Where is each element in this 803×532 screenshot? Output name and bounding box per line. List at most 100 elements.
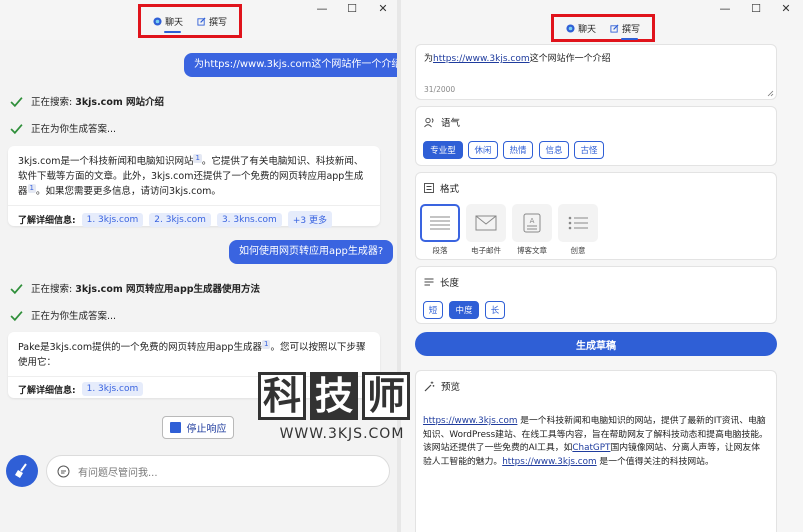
preview-link[interactable]: https://www.3kjs.com (423, 416, 517, 426)
svg-text:A: A (530, 217, 535, 225)
tab-compose[interactable]: 撰写 (610, 22, 640, 40)
prompt-text-part: 这个网站作一个介绍 (529, 54, 611, 64)
references-row: 了解详细信息: 1. 3kjs.com 2. 3kjs.com 3. 3kns.… (8, 205, 380, 233)
answer-text-part: Pake是3kjs.com提供的一个免费的网页转应用app生成器 (18, 342, 262, 353)
length-option-short[interactable]: 短 (423, 301, 443, 319)
format-option-label: 段落 (432, 246, 448, 255)
prompt-text-part: 为 (424, 54, 434, 64)
generating-status: 正在为你生成答案... (10, 308, 116, 322)
answer-text-part: 。如果您需要更多信息，请访问3kjs.com。 (35, 186, 221, 197)
format-option-label: 电子邮件 (471, 246, 501, 255)
tone-option-informational[interactable]: 信息 (539, 141, 569, 159)
length-section: 长度 短 中度 长 (415, 266, 777, 324)
reference-chip[interactable]: 2. 3kjs.com (149, 212, 211, 227)
preview-link[interactable]: ChatGPT (572, 443, 610, 453)
user-message: 为https://www.3kjs.com这个网站作一个介绍 (184, 53, 397, 77)
references-label: 了解详细信息: (18, 216, 76, 226)
length-title: 长度 (424, 275, 459, 289)
tone-option-casual[interactable]: 休闲 (468, 141, 498, 159)
blog-post-icon: A (523, 213, 541, 233)
paragraph-icon (430, 216, 450, 230)
tab-chat-label: 聊天 (165, 17, 184, 28)
search-status: 正在搜索: 3kjs.com 网站介绍 (10, 94, 164, 108)
stop-response-button[interactable]: 停止响应 (162, 416, 234, 439)
search-status-query: 3kjs.com 网站介绍 (75, 97, 165, 108)
tab-group: 聊天 撰写 (551, 14, 656, 42)
preview-section: 预览 https://www.3kjs.com 是一个科技新闻和电脑知识的网站，… (415, 370, 777, 532)
preview-link[interactable]: https://www.3kjs.com (502, 457, 596, 467)
chat-bubble-icon (153, 16, 162, 26)
prompt-textarea[interactable]: 为https://www.3kjs.com这个网站作一个介绍 31/2000 (415, 44, 777, 100)
search-status-query: 3kjs.com 网页转应用app生成器使用方法 (75, 284, 261, 295)
close-button[interactable]: ✕ (372, 2, 394, 15)
chat-pane: 聊天 撰写 — ☐ ✕ 为https://www.3kjs.com这个网站作一个… (0, 0, 397, 532)
ask-input-placeholder: 有问题尽管问我... (78, 467, 158, 479)
tab-chat-label: 聊天 (578, 24, 597, 35)
close-button[interactable]: ✕ (775, 2, 797, 15)
checkmark-icon (10, 283, 23, 294)
resize-handle-icon[interactable] (767, 90, 774, 97)
format-option-email[interactable]: 电子邮件 (466, 204, 506, 256)
chat-bubble-icon (566, 23, 575, 33)
answer-text-part: 3kjs.com是一个科技新闻和电脑知识网站 (18, 156, 194, 167)
more-references-chip[interactable]: +3 更多 (287, 211, 332, 228)
format-option-label: 创意 (570, 246, 586, 255)
length-title-text: 长度 (440, 278, 460, 289)
citation-badge[interactable]: 1 (27, 184, 36, 193)
maximize-button[interactable]: ☐ (745, 2, 767, 15)
checkmark-icon (10, 96, 23, 107)
new-topic-button[interactable] (6, 455, 38, 487)
reference-chip[interactable]: 1. 3kjs.com (81, 212, 144, 227)
minimize-button[interactable]: — (714, 2, 736, 15)
citation-badge[interactable]: 1 (193, 154, 202, 163)
preview-title-text: 预览 (441, 382, 461, 393)
format-option-creative[interactable]: 创意 (558, 204, 598, 256)
answer-text: 3kjs.com是一个科技新闻和电脑知识网站 1 。它提供了有关电脑知识、科技新闻、… (8, 146, 380, 205)
checkmark-icon (10, 123, 23, 134)
chat-input-icon (57, 465, 70, 477)
tone-option-funny[interactable]: 古怪 (574, 141, 604, 159)
tone-title-text: 语气 (441, 118, 461, 129)
edit-icon (197, 16, 206, 26)
generating-status-text: 正在为你生成答案... (31, 311, 117, 322)
tone-option-enthusiastic[interactable]: 热情 (503, 141, 533, 159)
format-section: 格式 段落 电子邮件 A 博客文章 创意 (415, 172, 777, 260)
generating-status: 正在为你生成答案... (10, 121, 116, 135)
generating-status-text: 正在为你生成答案... (31, 124, 117, 135)
edit-icon (610, 23, 619, 33)
maximize-button[interactable]: ☐ (341, 2, 363, 15)
tab-compose[interactable]: 撰写 (197, 15, 227, 28)
reference-chip[interactable]: 1. 3kjs.com (81, 382, 144, 396)
tab-chat[interactable]: 聊天 (566, 22, 596, 35)
length-option-medium[interactable]: 中度 (449, 301, 479, 319)
tone-option-professional[interactable]: 专业型 (423, 141, 463, 159)
watermark-char: 科 (258, 372, 306, 420)
search-status-prefix: 正在搜索: (31, 97, 76, 108)
length-option-long[interactable]: 长 (485, 301, 505, 319)
preview-text: https://www.3kjs.com 是一个科技新闻和电脑知识的网站，提供了… (423, 415, 768, 469)
format-title: 格式 (424, 181, 459, 195)
list-icon (568, 216, 588, 230)
format-option-blog[interactable]: A 博客文章 (512, 204, 552, 256)
search-status: 正在搜索: 3kjs.com 网页转应用app生成器使用方法 (10, 281, 260, 295)
ask-input[interactable]: 有问题尽管问我... (46, 455, 390, 487)
compose-pane: 聊天 撰写 — ☐ ✕ 为https://www.3kjs.com这个网站作一个… (401, 0, 803, 532)
format-title-text: 格式 (440, 184, 460, 195)
search-status-prefix: 正在搜索: (31, 284, 76, 295)
length-icon (424, 278, 434, 286)
minimize-button[interactable]: — (311, 2, 333, 15)
generate-draft-button[interactable]: 生成草稿 (415, 332, 777, 356)
reference-chip[interactable]: 3. 3kns.com (216, 212, 282, 227)
answer-card: 3kjs.com是一个科技新闻和电脑知识网站 1 。它提供了有关电脑知识、科技新闻、… (8, 146, 380, 228)
chat-titlebar: 聊天 撰写 — ☐ ✕ (0, 0, 397, 40)
tab-chat[interactable]: 聊天 (153, 15, 184, 33)
watermark-url: WWW.3KJS.COM (279, 426, 405, 442)
broom-icon (15, 463, 27, 478)
user-message: 如何使用网页转应用app生成器? (229, 240, 394, 264)
tone-title: 语气 (424, 115, 460, 129)
format-option-paragraph[interactable]: 段落 (420, 204, 460, 256)
format-option-label: 博客文章 (517, 246, 547, 255)
char-count: 31/2000 (424, 85, 456, 94)
stop-icon (169, 422, 181, 433)
prompt-link[interactable]: https://www.3kjs.com (433, 54, 530, 64)
